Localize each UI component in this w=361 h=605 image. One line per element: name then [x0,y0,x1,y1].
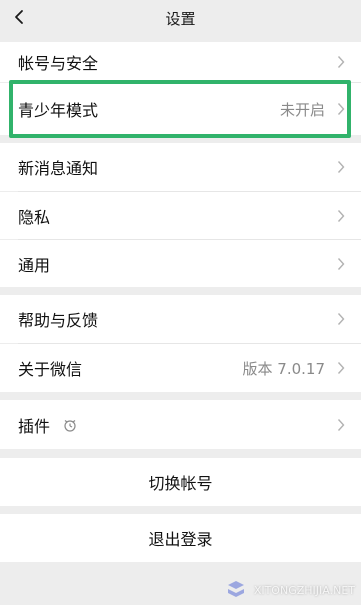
chevron-right-icon [335,360,347,376]
watermark-logo-icon [227,581,244,597]
site-watermark: XITONGZHIJIA.NET [224,579,355,601]
row-label: 关于微信 [18,360,83,379]
plugin-icon [62,417,78,433]
chevron-right-icon [335,101,347,117]
row-label: 通用 [18,255,51,275]
row-youth-mode[interactable]: 青少年模式 未开启 [0,83,361,135]
row-new-message-notification[interactable]: 新消息通知 [0,143,361,191]
row-label: 插件 [18,416,51,436]
row-about-wechat[interactable]: 关于微信 版本 7.0.17 [0,344,361,392]
row-value: 版本 7.0.17 [242,359,325,378]
chevron-right-icon [335,311,347,327]
watermark-text: XITONGZHIJIA.NET [253,583,355,597]
chevron-right-icon [335,54,347,70]
chevron-right-icon [335,417,347,433]
row-label: 隐私 [18,207,51,227]
row-label: 切换帐号 [148,474,213,493]
row-label: 青少年模式 [18,101,99,120]
page-title: 设置 [165,10,196,28]
row-label: 帮助与反馈 [18,311,99,330]
row-account-security[interactable]: 帐号与安全 [0,42,361,82]
logout-button[interactable]: 退出登录 [0,514,361,562]
chevron-right-icon [335,208,347,224]
chevron-right-icon [335,256,347,272]
navigation-bar: 设置 [0,0,361,34]
row-general[interactable]: 通用 [0,240,361,287]
row-label: 新消息通知 [18,159,99,178]
row-label: 帐号与安全 [18,54,99,73]
row-privacy[interactable]: 隐私 [0,192,361,239]
switch-account-button[interactable]: 切换帐号 [0,458,361,506]
row-value: 未开启 [279,100,325,119]
row-label: 退出登录 [148,530,213,549]
row-plugins[interactable]: 插件 [0,400,361,449]
chevron-right-icon [335,159,347,175]
row-help-feedback[interactable]: 帮助与反馈 [0,295,361,343]
row-label-container: 插件 [18,413,78,437]
